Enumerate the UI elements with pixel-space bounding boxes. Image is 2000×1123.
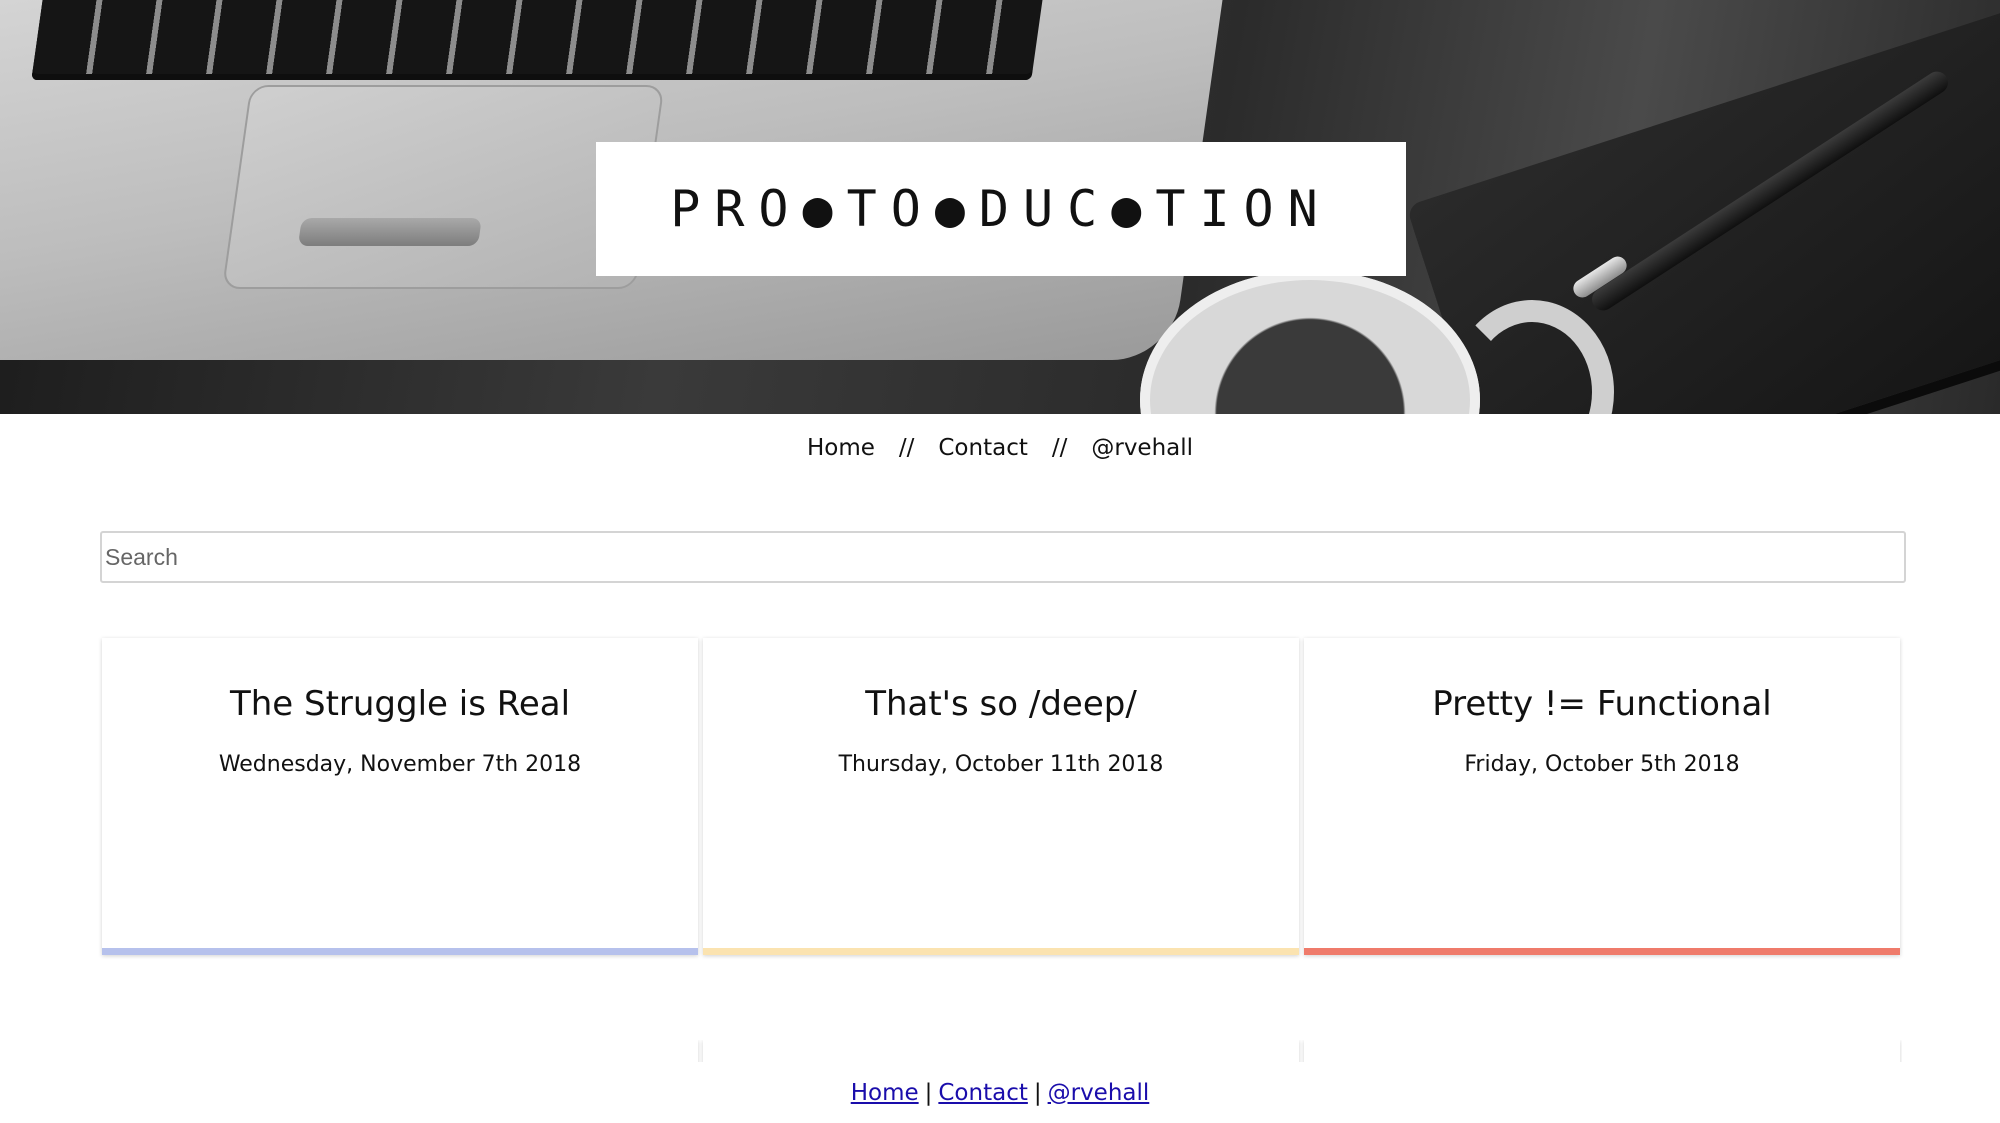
post-title: The Struggle is Real (229, 684, 571, 724)
post-card[interactable]: The Struggle is Real Wednesday, November… (102, 638, 698, 955)
top-nav: Home // Contact // @rvehall (0, 430, 2000, 466)
laptop-notch-image (297, 218, 482, 246)
post-card[interactable]: Pretty != Functional Friday, October 5th… (1304, 638, 1900, 955)
post-card[interactable]: That's so /deep/ Thursday, October 11th … (703, 638, 1299, 955)
nav-separator: // (1051, 435, 1068, 461)
post-grid-row-2 (102, 1040, 1902, 1062)
header-photo: PRO●TO●DUC●TION (0, 0, 2000, 414)
post-date: Thursday, October 11th 2018 (838, 752, 1164, 777)
post-grid: The Struggle is Real Wednesday, November… (102, 638, 1902, 955)
post-date: Friday, October 5th 2018 (1464, 752, 1740, 777)
post-title: That's so /deep/ (865, 684, 1137, 724)
post-accent-bar (703, 948, 1299, 955)
site-title: PRO●TO●DUC●TION (670, 180, 1332, 238)
site-title-card: PRO●TO●DUC●TION (596, 142, 1406, 276)
nav-link-contact[interactable]: Contact (938, 435, 1027, 461)
nav-link-rvehall[interactable]: @rvehall (1091, 435, 1193, 461)
post-date: Wednesday, November 7th 2018 (218, 752, 582, 777)
coffee-mug-image (1140, 270, 1480, 414)
keyboard-image (31, 0, 1049, 80)
post-card-partial[interactable] (102, 1040, 698, 1062)
post-accent-bar (102, 948, 698, 955)
footer: Home | Contact | @rvehall (0, 1062, 2000, 1123)
footer-link-home[interactable]: Home (851, 1080, 919, 1106)
footer-link-rvehall[interactable]: @rvehall (1048, 1080, 1150, 1106)
post-card-partial[interactable] (703, 1040, 1299, 1062)
nav-separator: // (898, 435, 915, 461)
post-title: Pretty != Functional (1432, 684, 1772, 724)
post-card-partial[interactable] (1304, 1040, 1900, 1062)
nav-link-home[interactable]: Home (807, 435, 875, 461)
footer-link-contact[interactable]: Contact (938, 1080, 1027, 1106)
page: PRO●TO●DUC●TION Home // Contact // @rveh… (0, 0, 2000, 1123)
search-input[interactable] (100, 531, 1906, 583)
post-accent-bar (1304, 948, 1900, 955)
footer-separator: | (1033, 1079, 1042, 1106)
footer-separator: | (924, 1079, 933, 1106)
